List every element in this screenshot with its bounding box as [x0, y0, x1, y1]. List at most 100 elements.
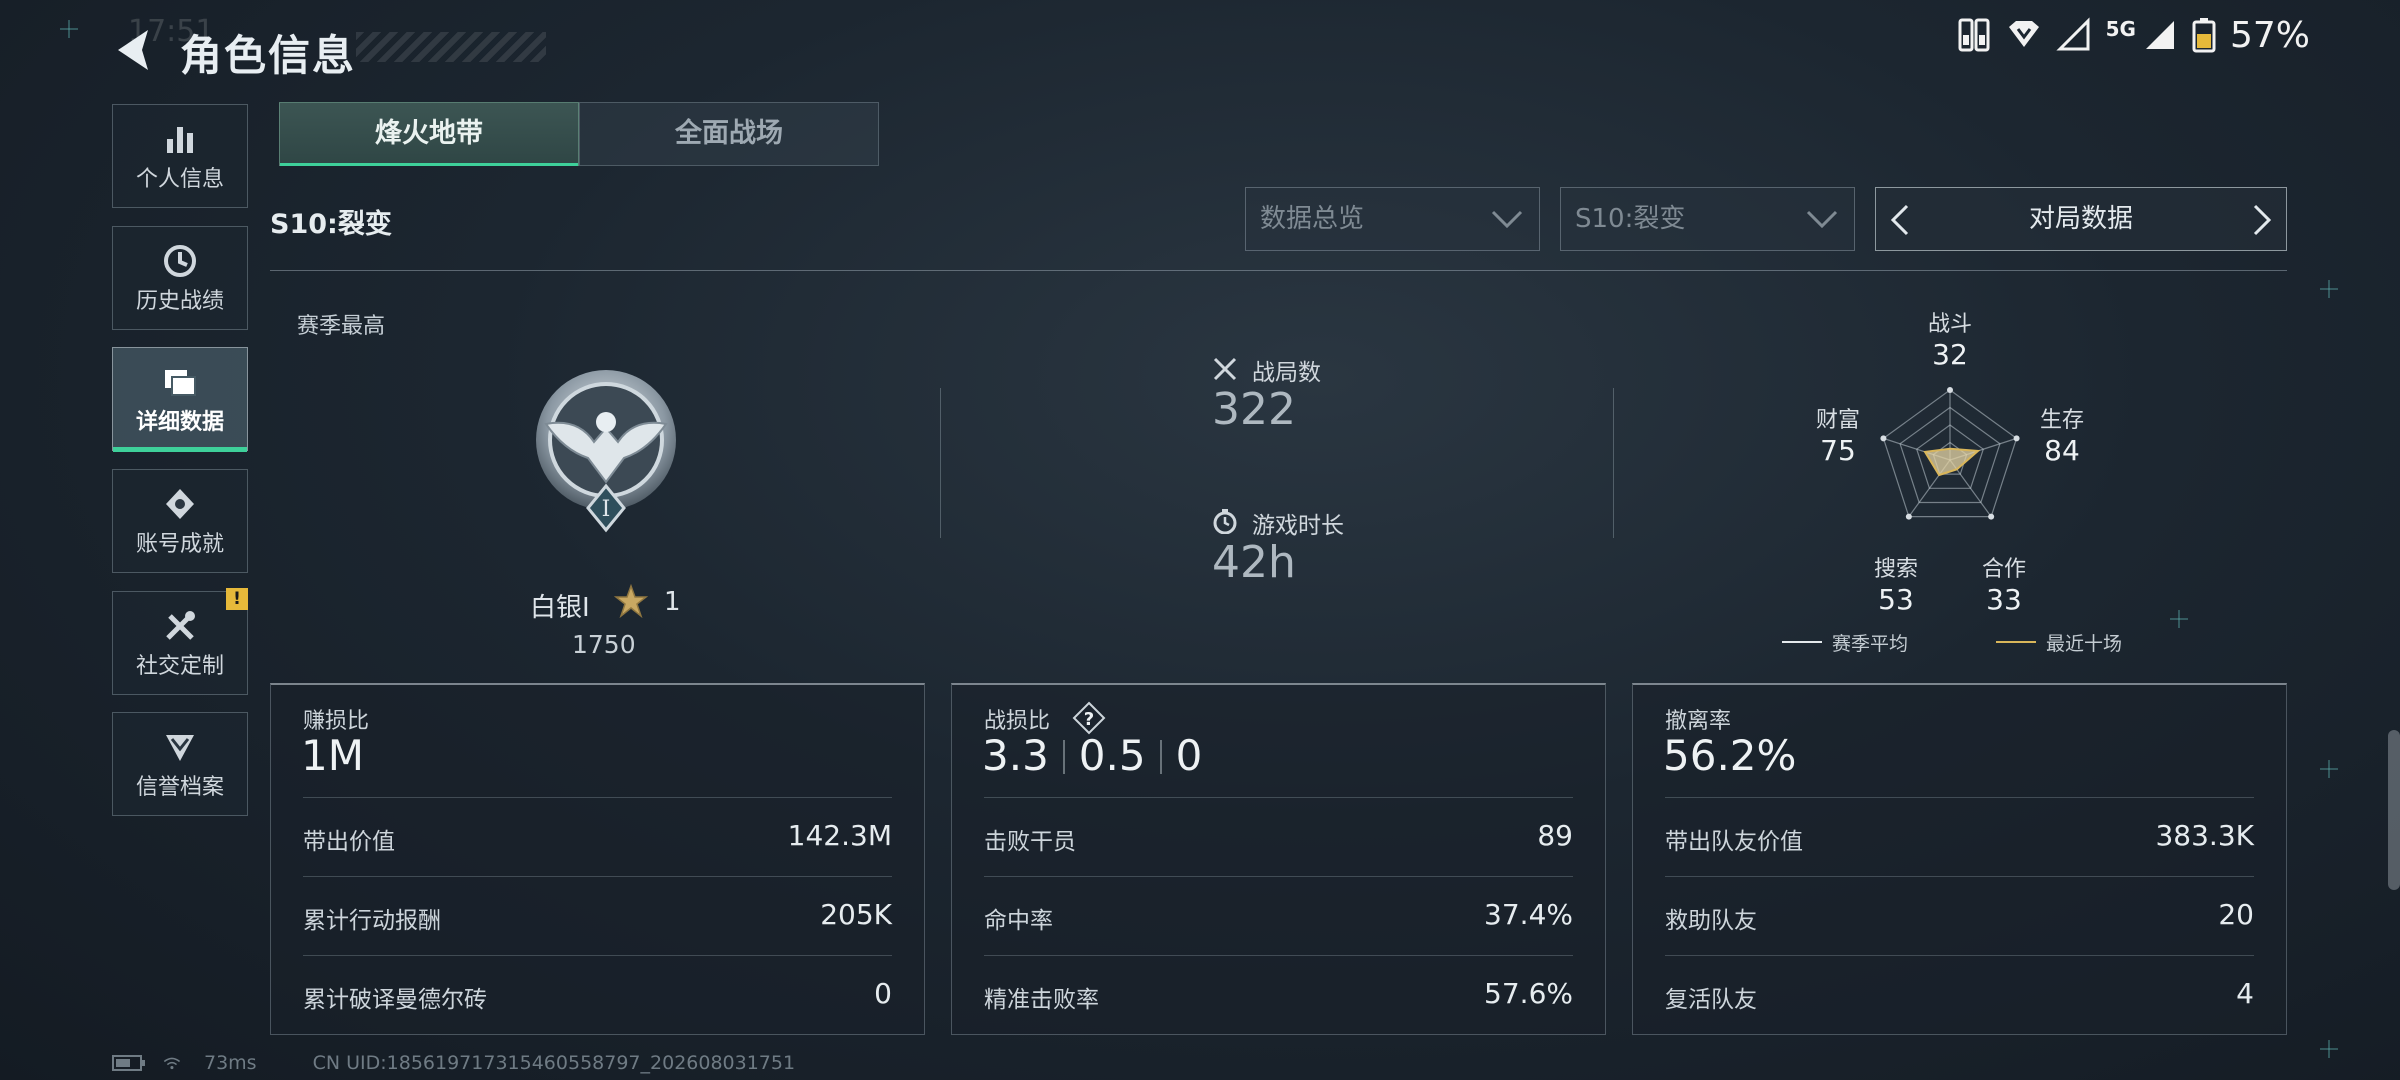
matches-label: 战局数 [1252, 360, 1321, 386]
radar-axis-dot [2013, 435, 2020, 442]
divider [940, 388, 941, 538]
table-row: 带出价值 142.3M [303, 797, 892, 877]
row-value: 4 [2236, 977, 2254, 1010]
row-label: 累计行动报酬 [303, 908, 441, 934]
radar-label-combat: 战斗 [1927, 312, 1972, 337]
help-icon[interactable]: ? [1072, 701, 1106, 735]
extraction-rate-panel: 撤离率 56.2% 带出队友价值 383.3K 救助队友 20 复活队友 4 [1632, 683, 2287, 1035]
sidebar-item-history[interactable]: 历史战绩 [112, 226, 248, 330]
chevron-down-icon [1491, 210, 1523, 228]
signal-full-icon [2145, 21, 2174, 49]
legend-season-line [1782, 641, 1822, 643]
footer: 73ms CN UID:185619717315460558797_202608… [112, 1052, 795, 1074]
row-label: 带出队友价值 [1665, 829, 1803, 855]
help-glyph: ? [1084, 709, 1094, 730]
tab-label: 烽火地带 [375, 118, 483, 149]
rank-score: 1750 [572, 630, 636, 659]
kd-ratio-panel: 战损比 ? 3.3 0.5 0 击败干员 89 命中率 37.4% 精准击败率 57… [951, 683, 1606, 1035]
sidebar-item-personal-info[interactable]: 个人信息 [112, 104, 248, 208]
chevron-left-icon[interactable] [1890, 204, 1910, 236]
radar-axis-dot [1880, 435, 1887, 442]
radar-axis-dot [1905, 513, 1912, 520]
kd-value-c: 0 [1175, 731, 1203, 780]
kd-value-a: 3.3 [982, 731, 1049, 780]
row-value: 0 [874, 977, 892, 1010]
divider [1159, 740, 1162, 774]
row-label: 累计破译曼德尔砖 [303, 987, 487, 1013]
season-dropdown[interactable]: S10:裂变 [1560, 187, 1855, 251]
row-label: 精准击败率 [984, 987, 1099, 1013]
rank-name: 白银I [530, 593, 590, 623]
radar-value-cooperation: 33 [1986, 583, 2022, 616]
row-label: 击败干员 [984, 829, 1076, 855]
chevron-down-icon [1806, 210, 1838, 228]
tab-fenghuo[interactable]: 烽火地带 [279, 102, 579, 166]
match-data-selector[interactable]: 对局数据 [1875, 187, 2287, 251]
overview-dropdown[interactable]: 数据总览 [1245, 187, 1540, 251]
sidebar-item-label: 历史战绩 [135, 289, 224, 314]
active-tab-indicator [280, 163, 578, 166]
star-icon [614, 584, 648, 618]
panel-main-value: 1M [301, 731, 364, 780]
radar-label-cooperation: 合作 [1981, 557, 2026, 582]
title-decoration [356, 32, 546, 62]
table-row: 带出队友价值 383.3K [1665, 797, 2254, 877]
radar-label-wealth: 财富 [1815, 408, 1860, 433]
decor-cross [2170, 610, 2188, 628]
rank-numeral: I [602, 497, 611, 522]
radar-value-survival: 84 [2044, 434, 2080, 467]
row-label: 复活队友 [1665, 987, 1757, 1013]
season-label: S10:裂变 [270, 209, 392, 240]
dropdown-value: S10:裂变 [1575, 204, 1686, 234]
table-row: 击败干员 89 [984, 797, 1573, 877]
radar-chart [1880, 387, 2020, 520]
radar-value-search: 53 [1878, 583, 1914, 616]
stopwatch-icon [1213, 509, 1237, 534]
sidebar-item-achievements[interactable]: 账号成就 [112, 469, 248, 573]
row-label: 救助队友 [1665, 908, 1757, 934]
rank-star-count: 1 [664, 587, 681, 617]
chevron-right-icon[interactable] [2252, 204, 2272, 236]
network-type: 5G [2105, 17, 2136, 41]
row-value: 142.3M [787, 819, 892, 852]
sidebar-item-label: 个人信息 [135, 167, 224, 192]
shield-chevron-icon [166, 735, 194, 761]
radar-axis-dot [1947, 387, 1953, 393]
sidebar-item-label: 信誉档案 [135, 775, 224, 800]
legend-season-avg: 赛季平均 [1832, 633, 1909, 655]
divider [270, 270, 2287, 271]
radar-value-wealth: 75 [1820, 434, 1856, 467]
radar-label-survival: 生存 [2039, 408, 2084, 433]
scrollbar[interactable] [2388, 730, 2400, 890]
legend-recent-line [1996, 641, 2036, 643]
uid-text: CN UID:185619717315460558797_20260803175… [312, 1052, 796, 1074]
decor-cross [2320, 1040, 2338, 1058]
table-row: 救助队友 20 [1665, 876, 2254, 956]
season-best-label: 赛季最高 [297, 314, 386, 339]
legend-recent-ten: 最近十场 [2046, 633, 2123, 655]
battery-icon [2192, 18, 2216, 53]
table-row: 累计行动报酬 205K [303, 876, 892, 956]
wifi-diamond-icon [2008, 21, 2039, 47]
decor-cross [2320, 280, 2338, 298]
table-row: 复活队友 4 [1665, 955, 2254, 1035]
dropdown-value: 数据总览 [1260, 204, 1365, 234]
wifi-icon [163, 1057, 181, 1070]
sidebar-item-label: 账号成就 [135, 532, 224, 557]
sidebar-item-detailed-data[interactable]: 详细数据 [112, 347, 248, 452]
row-label: 命中率 [984, 908, 1053, 934]
back-arrow-icon[interactable] [112, 26, 154, 74]
tab-quanmian[interactable]: 全面战场 [579, 102, 879, 166]
battery-percent: 57% [2229, 14, 2310, 56]
radar-recent-series [1923, 447, 1981, 477]
decor-cross [2320, 760, 2338, 778]
achievement-badge-icon [166, 489, 194, 519]
profit-ratio-panel: 赚损比 1M 带出价值 142.3M 累计行动报酬 205K 累计破译曼德尔砖 … [270, 683, 925, 1035]
kd-value-b: 0.5 [1078, 731, 1146, 780]
status-bar: 5G 57% [1956, 12, 2310, 58]
row-value: 205K [820, 898, 892, 931]
row-value: 57.6% [1484, 977, 1573, 1010]
sidebar-item-reputation[interactable]: 信誉档案 [112, 712, 248, 816]
radar-label-search: 搜索 [1873, 557, 1918, 582]
warning-badge: ! [226, 588, 248, 610]
